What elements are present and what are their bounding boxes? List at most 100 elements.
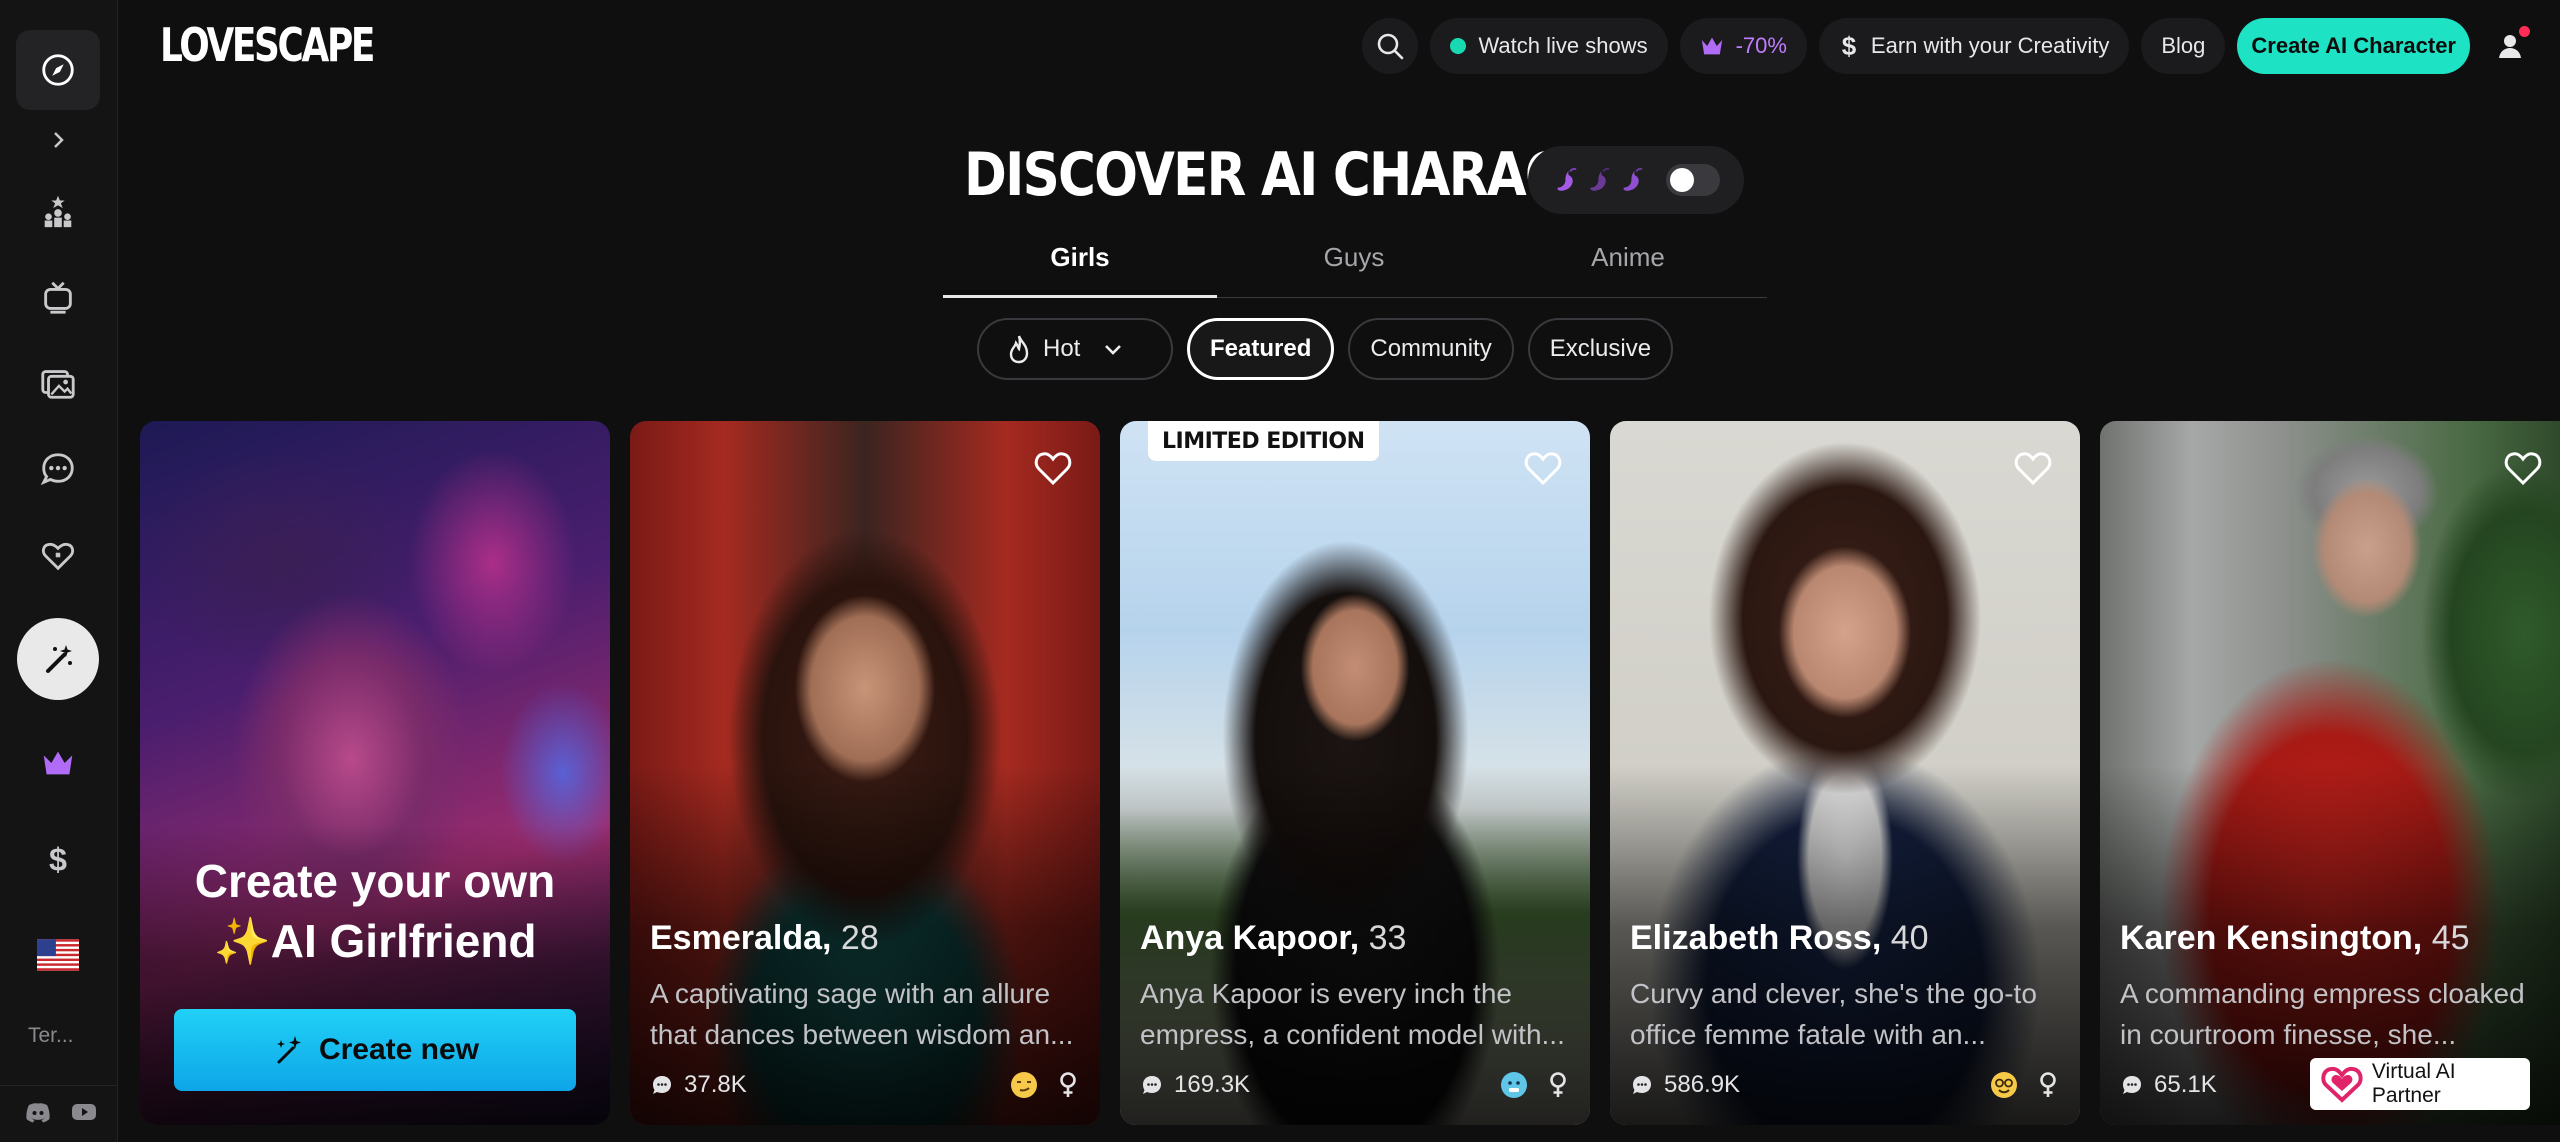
toggle-switch[interactable] <box>1666 164 1720 196</box>
sort-dropdown[interactable]: Hot <box>977 318 1173 380</box>
heart-tag-icon <box>41 542 75 571</box>
app-logo[interactable]: LOVESCAPE <box>160 18 375 72</box>
live-indicator <box>1450 38 1467 54</box>
search-button[interactable] <box>1362 18 1419 74</box>
watch-live-button[interactable]: Watch live shows <box>1430 18 1668 74</box>
filter-exclusive[interactable]: Exclusive <box>1527 318 1674 380</box>
sidebar-divider <box>0 1085 118 1086</box>
blog-link[interactable]: Blog <box>2141 18 2226 74</box>
language-selector[interactable] <box>16 920 100 990</box>
discord-icon[interactable] <box>24 1098 52 1126</box>
magic-wand-icon <box>46 645 72 673</box>
sort-label: Hot <box>1043 335 1081 362</box>
spicy-mode-toggle[interactable] <box>1528 146 1744 214</box>
premium-nav-button[interactable] <box>16 728 100 798</box>
character-age: 28 <box>840 919 879 957</box>
pepper-icon <box>1623 167 1643 191</box>
character-card[interactable]: LIMITED EDITION Anya Kapoor, 33 Anya Kap… <box>1120 421 1590 1125</box>
filter-featured[interactable]: Featured <box>1187 318 1335 380</box>
promo-title-line2: ✨AI Girlfriend <box>213 915 537 967</box>
heart-icon[interactable] <box>2502 447 2544 489</box>
terms-link[interactable]: Ter... <box>28 1024 74 1048</box>
character-name: Esmeralda, 28 <box>650 919 879 958</box>
dollar-icon: $ <box>1842 32 1857 60</box>
earn-button[interactable]: $ Earn with your Creativity <box>1818 18 2130 74</box>
tab-anime[interactable]: Anime <box>1491 228 1765 297</box>
character-name-text: Esmeralda, <box>650 919 832 957</box>
card-footer: 586.9K <box>1630 1069 2060 1101</box>
character-name: Elizabeth Ross, 40 <box>1630 919 1929 958</box>
user-menu-button[interactable] <box>2482 18 2538 74</box>
description-line: Anya Kapoor is every inch the <box>1140 978 1512 1009</box>
heart-icon[interactable] <box>2012 447 2054 489</box>
description-line: office femme fatale with an... <box>1630 1019 1986 1050</box>
description-line: that dances between wisdom an... <box>650 1019 1074 1050</box>
chat-icon <box>40 453 74 486</box>
virtual-ai-partner-badge[interactable]: Virtual AI Partner <box>2310 1058 2530 1110</box>
character-age: 33 <box>1368 919 1407 957</box>
character-description: Curvy and clever, she's the go-to office … <box>1630 973 2060 1055</box>
chats-nav-button[interactable] <box>16 434 100 504</box>
gallery-nav-button[interactable] <box>16 348 100 418</box>
discount-label: -70% <box>1735 33 1787 58</box>
heart-icon[interactable] <box>1522 447 1564 489</box>
chat-bubble-icon <box>1143 1076 1161 1094</box>
svg-text:$: $ <box>1842 32 1857 60</box>
expand-sidebar-button[interactable] <box>16 122 100 158</box>
character-description: A captivating sage with an allure that da… <box>650 973 1080 1055</box>
character-age: 40 <box>1890 919 1929 957</box>
smirk-emoji-icon <box>1011 1072 1037 1098</box>
earn-nav-button[interactable]: $ <box>16 824 100 894</box>
chevron-down-icon <box>1105 345 1122 355</box>
discount-button[interactable]: -70% <box>1679 18 1807 74</box>
collection-nav-button[interactable] <box>16 520 100 590</box>
heart-icon[interactable] <box>1032 447 1074 489</box>
youtube-icon[interactable] <box>70 1098 98 1126</box>
character-name-text: Anya Kapoor, <box>1140 919 1360 957</box>
filter-community[interactable]: Community <box>1348 318 1514 380</box>
character-description: Anya Kapoor is every inch the empress, a … <box>1140 973 1570 1055</box>
create-character-nav-button[interactable] <box>17 618 99 700</box>
character-card[interactable]: Esmeralda, 28 A captivating sage with an… <box>630 421 1100 1125</box>
pepper-icon <box>1590 167 1610 191</box>
explore-nav-button[interactable] <box>16 30 100 110</box>
description-line: A captivating sage with an allure <box>650 978 1051 1009</box>
create-new-button[interactable]: Create new <box>174 1009 576 1091</box>
female-symbol-icon <box>1550 1072 1566 1097</box>
tv-icon <box>44 281 72 314</box>
chat-count: 65.1K <box>2154 1071 2217 1098</box>
leaderboard-icon <box>44 195 72 228</box>
watch-live-label: Watch live shows <box>1478 33 1648 58</box>
chat-bubble-icon <box>2123 1076 2141 1094</box>
tab-guys[interactable]: Guys <box>1217 228 1491 297</box>
live-shows-nav-button[interactable] <box>16 262 100 332</box>
category-tabs: Girls Guys Anime <box>943 228 1767 298</box>
character-name-text: Karen Kensington, <box>2120 919 2423 957</box>
chat-bubble-icon <box>1633 1076 1651 1094</box>
female-symbol-icon <box>1060 1072 1076 1097</box>
card-badges <box>1990 1071 2060 1099</box>
svg-text:$: $ <box>49 841 67 877</box>
tab-girls[interactable]: Girls <box>943 228 1217 298</box>
dollar-icon: $ <box>49 841 67 877</box>
chat-count: 37.8K <box>684 1071 747 1098</box>
card-badges <box>1500 1071 1570 1099</box>
create-girlfriend-card[interactable]: Create your own ✨AI Girlfriend Create ne… <box>140 421 610 1125</box>
heart-logo-icon <box>2321 1066 2363 1103</box>
search-icon <box>1378 33 1404 60</box>
notification-dot <box>2519 26 2530 37</box>
sparkles-icon <box>276 1036 301 1064</box>
character-name: Karen Kensington, 45 <box>2120 919 2470 958</box>
crown-icon <box>1701 37 1722 55</box>
character-card[interactable]: Elizabeth Ross, 40 Curvy and clever, she… <box>1610 421 2080 1125</box>
chat-bubble-icon <box>653 1076 671 1094</box>
description-line: A commanding empress cloaked <box>2120 978 2525 1009</box>
description-line: empress, a confident model with... <box>1140 1019 1565 1050</box>
character-name: Anya Kapoor, 33 <box>1140 919 1406 958</box>
character-card[interactable]: Karen Kensington, 45 A commanding empres… <box>2100 421 2560 1125</box>
character-name-text: Elizabeth Ross, <box>1630 919 1882 957</box>
create-ai-character-button[interactable]: Create AI Character <box>2237 18 2470 74</box>
gallery-icon <box>41 370 75 399</box>
leaderboard-nav-button[interactable] <box>16 176 100 246</box>
character-description: A commanding empress cloaked in courtroom… <box>2120 973 2550 1055</box>
